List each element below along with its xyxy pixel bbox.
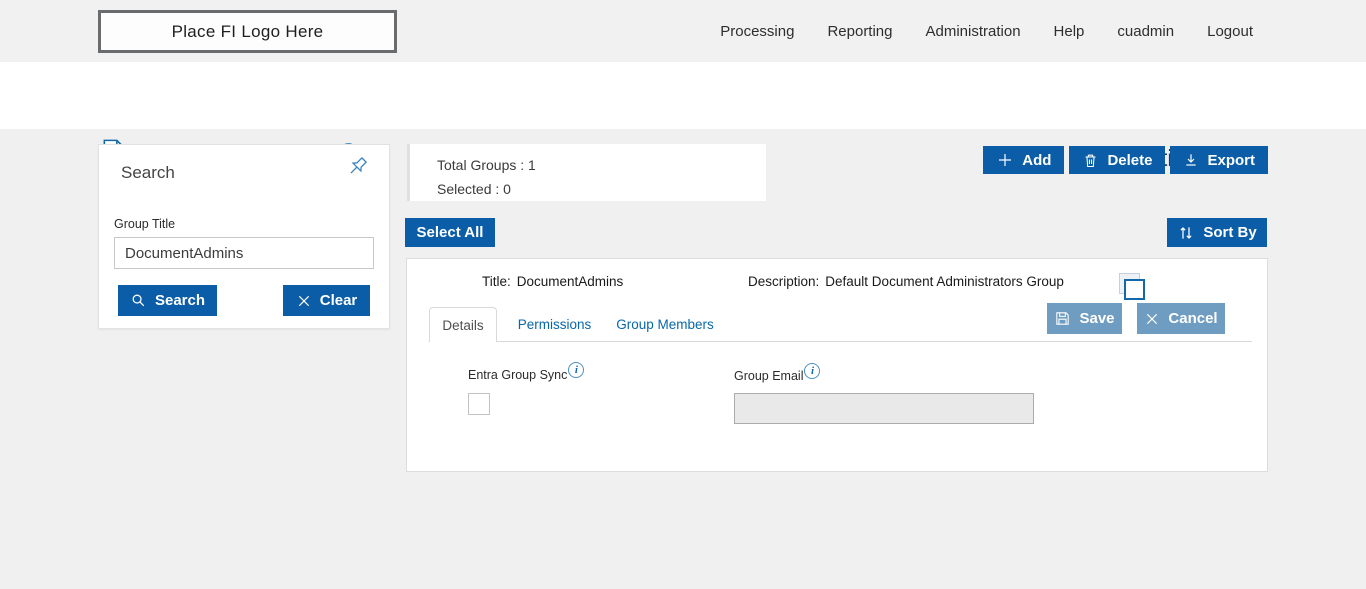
clear-x-icon [298,295,309,306]
total-groups-line: Total Groups : 1 [437,157,536,173]
group-title-value: DocumentAdmins [516,274,624,289]
save-floppy-icon [1056,312,1070,325]
top-navigation: Processing Reporting Administration Help… [720,0,1253,62]
plus-icon [999,154,1012,166]
select-checkbox-icon[interactable] [1119,273,1147,301]
cancel-x-icon [1147,313,1158,324]
select-all-button[interactable]: Select All [405,218,495,247]
group-title-input[interactable] [114,237,374,269]
page-header: Group Maintenance i Kinective Sign [0,62,1366,171]
results-summary: Total Groups : 1 Selected : 0 [407,144,766,201]
trash-icon [1085,154,1096,167]
fi-logo-placeholder: Place FI Logo Here [98,10,397,53]
sort-by-button[interactable]: Sort By [1167,218,1267,247]
group-email-label: Group Email i [734,363,821,385]
search-button[interactable]: Search [118,285,217,316]
search-icon [132,294,145,307]
save-button[interactable]: Save [1047,303,1122,334]
search-panel: Search Group Title Search Clear [98,144,390,329]
total-groups-value: 1 [528,157,536,173]
select-checkbox-box [1124,279,1145,300]
entra-group-sync-checkbox[interactable] [468,393,490,415]
fi-logo-placeholder-text: Place FI Logo Here [171,21,324,41]
group-maintenance-screen: Place FI Logo Here Processing Reporting … [0,0,1366,589]
cancel-button[interactable]: Cancel [1137,303,1225,334]
group-description-text: Description: Default Document Administrat… [748,274,1064,289]
delete-button[interactable]: Delete [1069,146,1166,174]
nav-item-username[interactable]: cuadmin [1117,23,1174,40]
nav-item-logout[interactable]: Logout [1207,23,1253,40]
tab-group-members[interactable]: Group Members [605,307,725,342]
group-description-value: Default Document Administrators Group [825,274,1064,289]
selected-value: 0 [503,181,511,197]
export-button[interactable]: Export [1170,146,1268,174]
tab-details[interactable]: Details [429,307,497,342]
tab-permissions[interactable]: Permissions [502,307,607,342]
entra-group-sync-label: Entra Group Sync i [468,362,585,384]
pin-icon[interactable] [345,155,371,181]
nav-item-administration[interactable]: Administration [926,23,1021,40]
clear-button[interactable]: Clear [283,285,370,316]
top-bar: Place FI Logo Here Processing Reporting … [0,0,1366,62]
download-icon [1186,154,1197,166]
group-email-input[interactable] [734,393,1034,424]
group-row: Title: DocumentAdmins Description: Default… [406,258,1268,472]
group-title-label: Group Title [114,217,176,231]
nav-item-reporting[interactable]: Reporting [827,23,892,40]
email-info-icon[interactable]: i [804,363,821,379]
selected-line: Selected : 0 [437,181,511,197]
group-actions: Add Delete Export [983,146,1268,174]
nav-item-processing[interactable]: Processing [720,23,794,40]
entra-info-icon[interactable]: i [568,362,585,378]
add-button[interactable]: Add [983,146,1065,174]
search-panel-title: Search [121,163,175,182]
group-title-text: Title: DocumentAdmins [482,274,624,289]
nav-item-help[interactable]: Help [1054,23,1085,40]
sort-arrows-icon [1180,226,1192,239]
